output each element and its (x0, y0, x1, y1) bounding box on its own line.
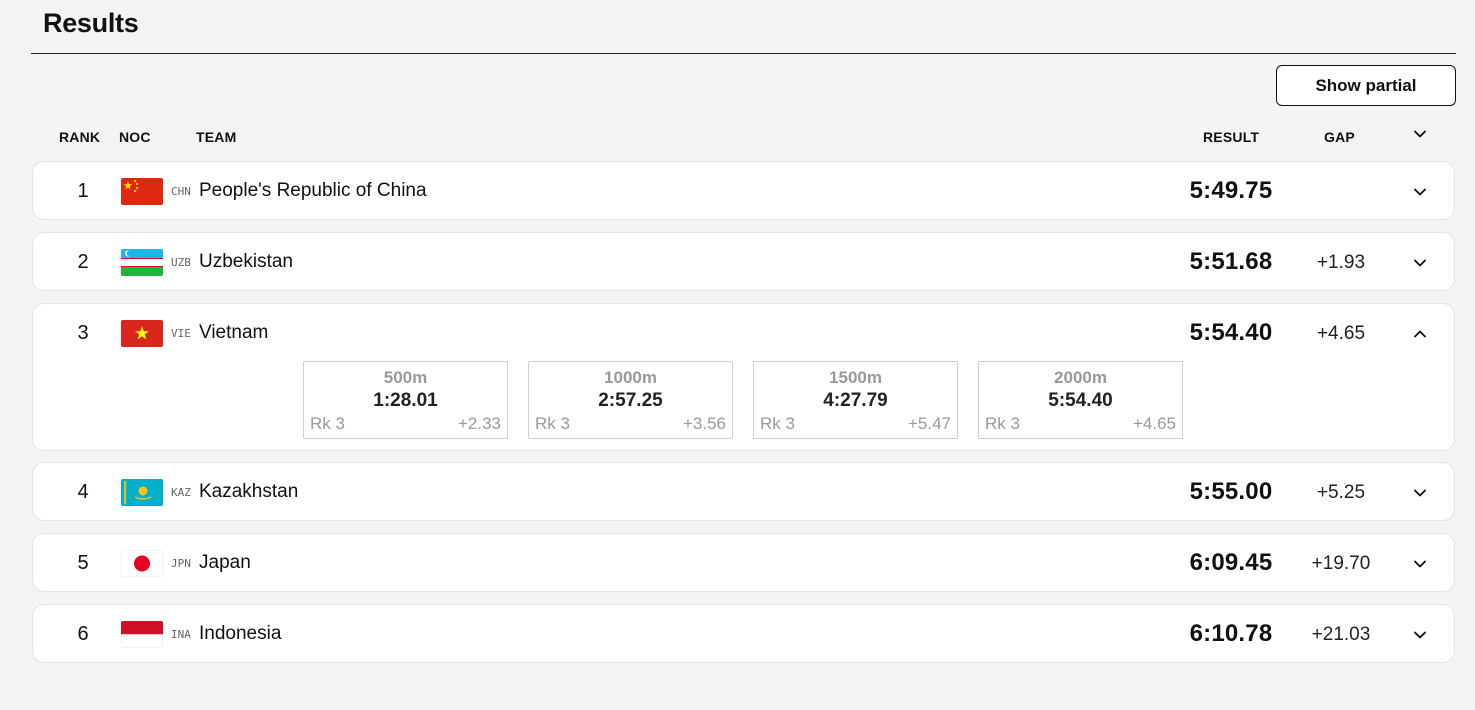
kazakhstan-flag-icon (121, 479, 163, 506)
gap-value: +19.70 (1311, 553, 1371, 574)
chevron-down-icon[interactable] (1412, 184, 1428, 200)
title-divider (31, 53, 1456, 54)
split-time: 2:57.25 (598, 390, 663, 411)
china-flag-icon (121, 178, 163, 205)
uzbekistan-flag-icon (121, 249, 163, 276)
rank: 1 (77, 180, 89, 202)
result-time: 6:10.78 (1189, 620, 1273, 647)
split-distance: 1500m (829, 368, 882, 387)
split-gap: +3.56 (682, 414, 726, 433)
split-time: 4:27.79 (823, 390, 888, 411)
rank: 4 (77, 481, 89, 503)
noc-code: CHN (171, 185, 191, 198)
gap-value: +1.93 (1316, 252, 1366, 273)
split-time: 5:54.40 (1048, 390, 1113, 411)
table-row[interactable]: 5 JPN Japan 6:09.45 +19.70 (32, 533, 1455, 592)
vietnam-flag-icon (121, 320, 163, 347)
noc-code: UZB (171, 256, 191, 269)
split-card: 500m 1:28.01 Rk 3 +2.33 (303, 361, 508, 439)
rank: 5 (77, 552, 89, 574)
header-result: RESULT (1203, 129, 1260, 145)
result-time: 5:55.00 (1189, 478, 1273, 505)
noc-code: INA (171, 628, 191, 641)
team-name: People's Republic of China (199, 180, 427, 201)
noc-code: JPN (171, 557, 191, 570)
chevron-down-icon[interactable] (1412, 485, 1428, 501)
split-distance: 500m (383, 368, 428, 387)
team-name: Indonesia (199, 623, 282, 644)
team-name: Vietnam (199, 322, 269, 343)
split-distance: 1000m (604, 368, 657, 387)
rank: 2 (77, 251, 89, 273)
chevron-down-icon[interactable] (1412, 556, 1428, 572)
result-time: 6:09.45 (1189, 549, 1273, 576)
rank: 6 (77, 623, 89, 645)
split-card: 2000m 5:54.40 Rk 3 +4.65 (978, 361, 1183, 439)
team-name: Japan (199, 552, 251, 573)
page-title: Results (43, 8, 139, 38)
split-gap: +4.65 (1132, 414, 1176, 433)
expand-all-chevron-down-icon[interactable] (1412, 126, 1428, 145)
split-rank: Rk 3 (760, 414, 795, 433)
gap-value: +4.65 (1316, 323, 1366, 344)
split-time: 1:28.01 (373, 390, 438, 411)
table-row-expanded[interactable]: 3 VIE Vietnam 5:54.40 +4.65 500m 1:28.01… (32, 303, 1455, 451)
split-gap: +2.33 (457, 414, 501, 433)
split-rank: Rk 3 (985, 414, 1020, 433)
split-rank: Rk 3 (310, 414, 345, 433)
result-time: 5:51.68 (1189, 248, 1273, 275)
gap-value: +21.03 (1311, 624, 1371, 645)
team-name: Kazakhstan (199, 481, 299, 502)
split-card: 1500m 4:27.79 Rk 3 +5.47 (753, 361, 958, 439)
result-time: 5:54.40 (1189, 319, 1273, 346)
rank: 3 (77, 322, 89, 344)
split-distance: 2000m (1054, 368, 1107, 387)
split-gap: +5.47 (907, 414, 951, 433)
header-rank: RANK (59, 129, 101, 145)
table-row[interactable]: 1 CHN People's Republic of China 5:49.75 (32, 161, 1455, 220)
chevron-down-icon[interactable] (1412, 255, 1428, 271)
noc-code: VIE (171, 327, 191, 340)
header-noc: NOC (119, 129, 151, 145)
result-time: 5:49.75 (1189, 177, 1273, 204)
table-row[interactable]: 4 KAZ Kazakhstan 5:55.00 +5.25 (32, 462, 1455, 521)
table-row[interactable]: 6 INA Indonesia 6:10.78 +21.03 (32, 604, 1455, 663)
gap-value: +5.25 (1316, 482, 1366, 503)
results-table-header: RANK NOC TEAM RESULT GAP (31, 128, 1456, 148)
split-rank: Rk 3 (535, 414, 570, 433)
chevron-down-icon[interactable] (1412, 627, 1428, 643)
team-name: Uzbekistan (199, 251, 293, 272)
split-card: 1000m 2:57.25 Rk 3 +3.56 (528, 361, 733, 439)
noc-code: KAZ (171, 486, 191, 499)
show-partial-button[interactable]: Show partial (1276, 65, 1456, 106)
indonesia-flag-icon (121, 621, 163, 648)
table-row[interactable]: 2 UZB Uzbekistan 5:51.68 +1.93 (32, 232, 1455, 291)
header-gap: GAP (1324, 129, 1355, 145)
japan-flag-icon (121, 550, 163, 577)
chevron-up-icon[interactable] (1412, 326, 1428, 342)
header-team: TEAM (196, 129, 237, 145)
